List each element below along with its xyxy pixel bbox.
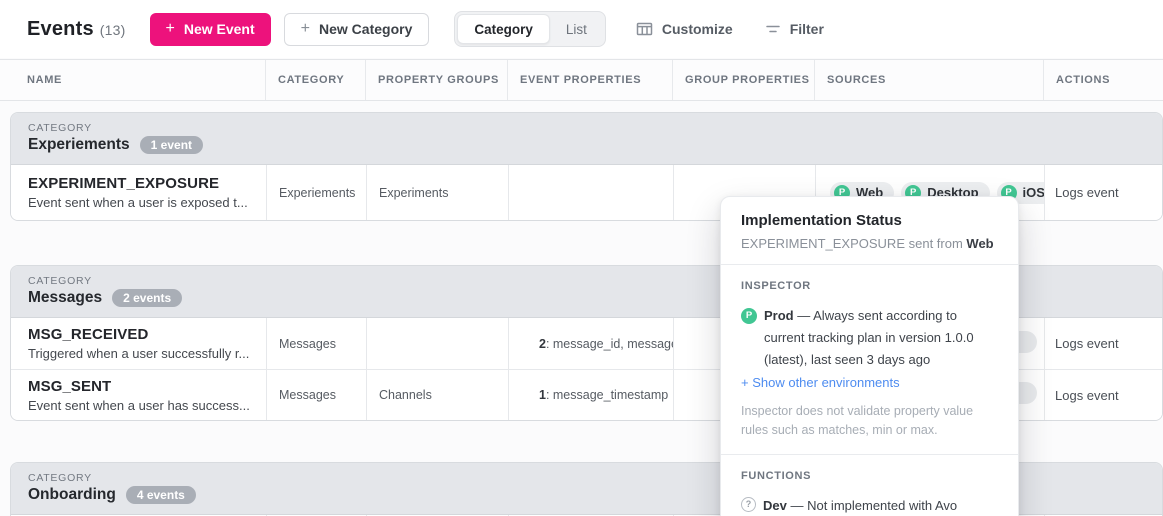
inspector-label: INSPECTOR [741,280,998,292]
customize-label: Customize [662,21,733,37]
env-status-text: — Always sent according to current track… [764,308,974,367]
column-header-category[interactable]: CATEGORY [265,60,365,100]
category-name[interactable]: Messages [28,289,102,307]
inspector-prod-status: P Prod — Always sent according to curren… [741,305,998,370]
help-icon: ? [741,497,756,512]
new-category-label: New Category [319,21,412,37]
popover-title: Implementation Status [741,212,998,229]
column-header-group-properties[interactable]: GROUP PROPERTIES [672,60,814,100]
column-header-event-properties[interactable]: EVENT PROPERTIES [507,60,672,100]
category-label: CATEGORY [28,122,1162,134]
category-name[interactable]: Onboarding [28,486,116,504]
implementation-status-popover: Implementation Status EXPERIMENT_EXPOSUR… [720,196,1019,516]
category-name[interactable]: Experiements [28,136,130,154]
functions-dev-status: ? Dev — Not implemented with Avo Functio… [741,495,998,516]
new-event-button[interactable]: + New Event [150,13,271,46]
cell-event-properties [508,165,673,220]
toolbar: Events (13) + New Event + New Category Ca… [0,0,1163,58]
plus-icon: + [301,21,310,37]
cell-actions[interactable]: Logs event [1044,165,1163,220]
column-header-name[interactable]: NAME [0,60,265,100]
event-properties-list: : message_timestamp [546,388,668,402]
table-header: NAME CATEGORY PROPERTY GROUPS EVENT PROP… [0,59,1163,101]
prod-status-icon: P [741,308,757,324]
event-description: Event sent when a user is exposed t... [28,195,248,210]
event-description: Triggered when a user successfully r... [28,346,249,361]
cell-property-groups: Experiments [366,165,508,220]
events-count: (13) [100,22,126,38]
popover-source-name: Web [966,236,993,251]
cell-category: Messages [266,370,366,420]
cell-actions[interactable]: Logs event [1044,318,1163,369]
column-header-sources[interactable]: SOURCES [814,60,1043,100]
popover-header: Implementation Status EXPERIMENT_EXPOSUR… [721,197,1018,264]
new-event-label: New Event [184,21,255,37]
inspector-section: INSPECTOR P Prod — Always sent according… [721,265,1018,454]
new-category-button[interactable]: + New Category [284,13,430,46]
cell-actions[interactable]: Logs event [1044,370,1163,420]
filter-label: Filter [790,21,824,37]
event-name[interactable]: EXPERIMENT_EXPOSURE [28,175,219,192]
cell-category: Messages [266,318,366,369]
events-page: Events (13) + New Event + New Category Ca… [0,0,1163,516]
filter-button[interactable]: Filter [765,21,824,37]
cell-property-groups [366,318,508,369]
column-header-actions[interactable]: ACTIONS [1043,60,1163,100]
page-title-text: Events [27,18,94,40]
popover-subtitle: EXPERIMENT_EXPOSURE sent from Web [741,236,998,251]
event-name[interactable]: MSG_SENT [28,378,111,395]
cell-category: Experiements [266,165,366,220]
show-other-environments-link[interactable]: + Show other environments [741,375,998,390]
customize-button[interactable]: Customize [636,21,733,37]
cell-property-groups: Channels [366,370,508,420]
plus-icon: + [166,21,175,37]
cell-event-properties: 1: message_timestamp [508,370,673,420]
cell-event-properties: 2: message_id, message_type [508,318,673,369]
inspector-note: Inspector does not validate property val… [741,402,998,440]
event-name[interactable]: MSG_RECEIVED [28,326,148,343]
event-count-badge: 4 events [126,486,196,504]
functions-label: FUNCTIONS [741,470,998,482]
functions-section: FUNCTIONS ? Dev — Not implemented with A… [721,455,1018,516]
event-properties-count: 2 [539,337,546,351]
tab-list-view[interactable]: List [550,14,603,44]
event-count-badge: 1 event [140,136,203,154]
tab-category-view[interactable]: Category [457,14,550,44]
popover-subtitle-mid: sent from [905,236,966,251]
event-description: Event sent when a user has success... [28,398,250,413]
columns-icon [636,21,653,37]
filter-icon [765,22,781,36]
category-band: CATEGORY Experiements 1 event [11,113,1162,165]
view-toggle: Category List [454,11,606,47]
column-header-property-groups[interactable]: PROPERTY GROUPS [365,60,507,100]
env-status-text: — Not implemented with Avo Functions [763,498,957,516]
event-properties-list: : message_id, message_type [546,337,673,351]
page-title: Events (13) [27,18,126,41]
event-properties-count: 1 [539,388,546,402]
env-name: Dev [763,498,787,513]
event-count-badge: 2 events [112,289,182,307]
popover-event-name: EXPERIMENT_EXPOSURE [741,236,905,251]
source-pill-label: iOS [1023,185,1044,200]
env-name: Prod [764,308,794,323]
